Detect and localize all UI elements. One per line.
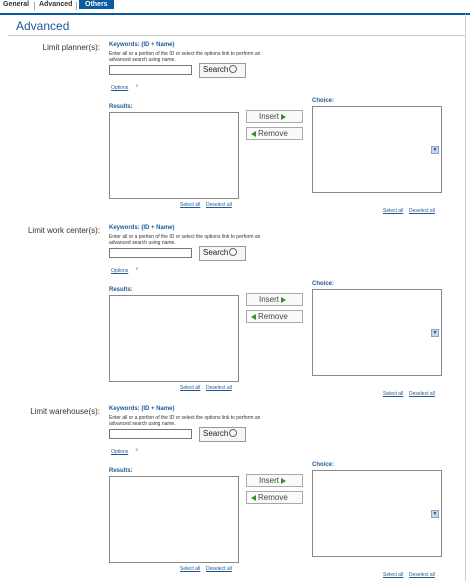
magnifier-icon: [229, 64, 238, 73]
remove-button[interactable]: Remove: [246, 310, 303, 323]
arrow-left-icon: [251, 130, 256, 137]
results-select-all-link[interactable]: Select all: [180, 566, 200, 572]
insert-label: Insert: [259, 112, 280, 121]
tab-general[interactable]: General: [3, 1, 29, 8]
keywords-help-text: Enter all or a portion of the ID or sele…: [109, 51, 261, 63]
page-title: Advanced: [16, 19, 70, 33]
keywords-input[interactable]: [109, 429, 192, 439]
search-button[interactable]: Search: [199, 63, 246, 78]
search-label: Search: [203, 65, 229, 74]
chevron-down-icon[interactable]: ∨: [135, 447, 139, 453]
insert-button[interactable]: Insert: [246, 474, 303, 487]
tab-bar: General Advanced Others: [0, 0, 470, 15]
insert-button[interactable]: Insert: [246, 293, 303, 306]
title-divider: [8, 35, 465, 36]
results-listbox[interactable]: [109, 476, 239, 563]
keywords-label: Keywords: (ID + Name): [109, 406, 175, 412]
arrow-right-icon: [281, 296, 287, 303]
choice-select-all-link[interactable]: Select all: [383, 208, 403, 214]
dropdown-arrow-icon[interactable]: ▼: [431, 510, 439, 518]
tab-others[interactable]: Others: [79, 0, 114, 9]
remove-button[interactable]: Remove: [246, 491, 303, 504]
results-listbox[interactable]: [109, 295, 239, 382]
arrow-left-icon: [251, 494, 256, 501]
tab-divider: [34, 2, 35, 10]
results-label: Results:: [109, 104, 133, 110]
chevron-down-icon[interactable]: ∨: [135, 83, 139, 89]
choice-listbox[interactable]: ▼: [312, 289, 442, 376]
choice-label: Choice:: [312, 98, 335, 104]
section-label: Limit work center(s):: [27, 226, 100, 235]
insert-button[interactable]: Insert: [246, 110, 303, 123]
choice-listbox[interactable]: ▼: [312, 470, 442, 557]
arrow-left-icon: [251, 313, 256, 320]
options-link[interactable]: Options: [111, 449, 128, 455]
remove-button[interactable]: Remove: [246, 127, 303, 140]
keywords-help-text: Enter all or a portion of the ID or sele…: [109, 234, 261, 246]
search-label: Search: [203, 248, 229, 257]
search-button[interactable]: Search: [199, 246, 246, 261]
results-deselect-all-link[interactable]: Deselect all: [206, 202, 232, 208]
section-label: Limit planner(s):: [42, 43, 100, 52]
keywords-help-text: Enter all or a portion of the ID or sele…: [109, 415, 261, 427]
keywords-label: Keywords: (ID + Name): [109, 225, 175, 231]
keywords-input[interactable]: [109, 248, 192, 258]
chevron-down-icon[interactable]: ∨: [135, 266, 139, 272]
section-label: Limit warehouse(s):: [30, 407, 100, 416]
results-select-all-link[interactable]: Select all: [180, 202, 200, 208]
results-deselect-all-link[interactable]: Deselect all: [206, 566, 232, 572]
remove-label: Remove: [258, 312, 288, 321]
arrow-right-icon: [281, 477, 287, 484]
section-limit-work-centers: Limit work center(s): Keywords: (ID + Na…: [0, 223, 470, 403]
keywords-input[interactable]: [109, 65, 192, 75]
magnifier-icon: [229, 247, 238, 256]
choice-select-all-link[interactable]: Select all: [383, 572, 403, 578]
results-select-all-link[interactable]: Select all: [180, 385, 200, 391]
results-deselect-all-link[interactable]: Deselect all: [206, 385, 232, 391]
results-label: Results:: [109, 287, 133, 293]
magnifier-icon: [229, 428, 238, 437]
section-limit-warehouses: Limit warehouse(s): Keywords: (ID + Name…: [0, 404, 470, 584]
tab-advanced[interactable]: Advanced: [39, 1, 72, 8]
search-label: Search: [203, 429, 229, 438]
results-listbox[interactable]: [109, 112, 239, 199]
choice-deselect-all-link[interactable]: Deselect all: [409, 572, 435, 578]
tab-divider: [76, 2, 77, 10]
options-link[interactable]: Options: [111, 268, 128, 274]
results-label: Results:: [109, 468, 133, 474]
arrow-right-icon: [281, 113, 287, 120]
search-button[interactable]: Search: [199, 427, 246, 442]
dropdown-arrow-icon[interactable]: ▼: [431, 329, 439, 337]
choice-deselect-all-link[interactable]: Deselect all: [409, 208, 435, 214]
dropdown-arrow-icon[interactable]: ▼: [431, 146, 439, 154]
choice-deselect-all-link[interactable]: Deselect all: [409, 391, 435, 397]
choice-select-all-link[interactable]: Select all: [383, 391, 403, 397]
insert-label: Insert: [259, 295, 280, 304]
choice-label: Choice:: [312, 281, 335, 287]
options-link[interactable]: Options: [111, 85, 128, 91]
choice-listbox[interactable]: ▼: [312, 106, 442, 193]
keywords-label: Keywords: (ID + Name): [109, 42, 175, 48]
choice-label: Choice:: [312, 462, 335, 468]
remove-label: Remove: [258, 493, 288, 502]
insert-label: Insert: [259, 476, 280, 485]
section-limit-planners: Limit planner(s): Keywords: (ID + Name) …: [0, 40, 470, 220]
remove-label: Remove: [258, 129, 288, 138]
